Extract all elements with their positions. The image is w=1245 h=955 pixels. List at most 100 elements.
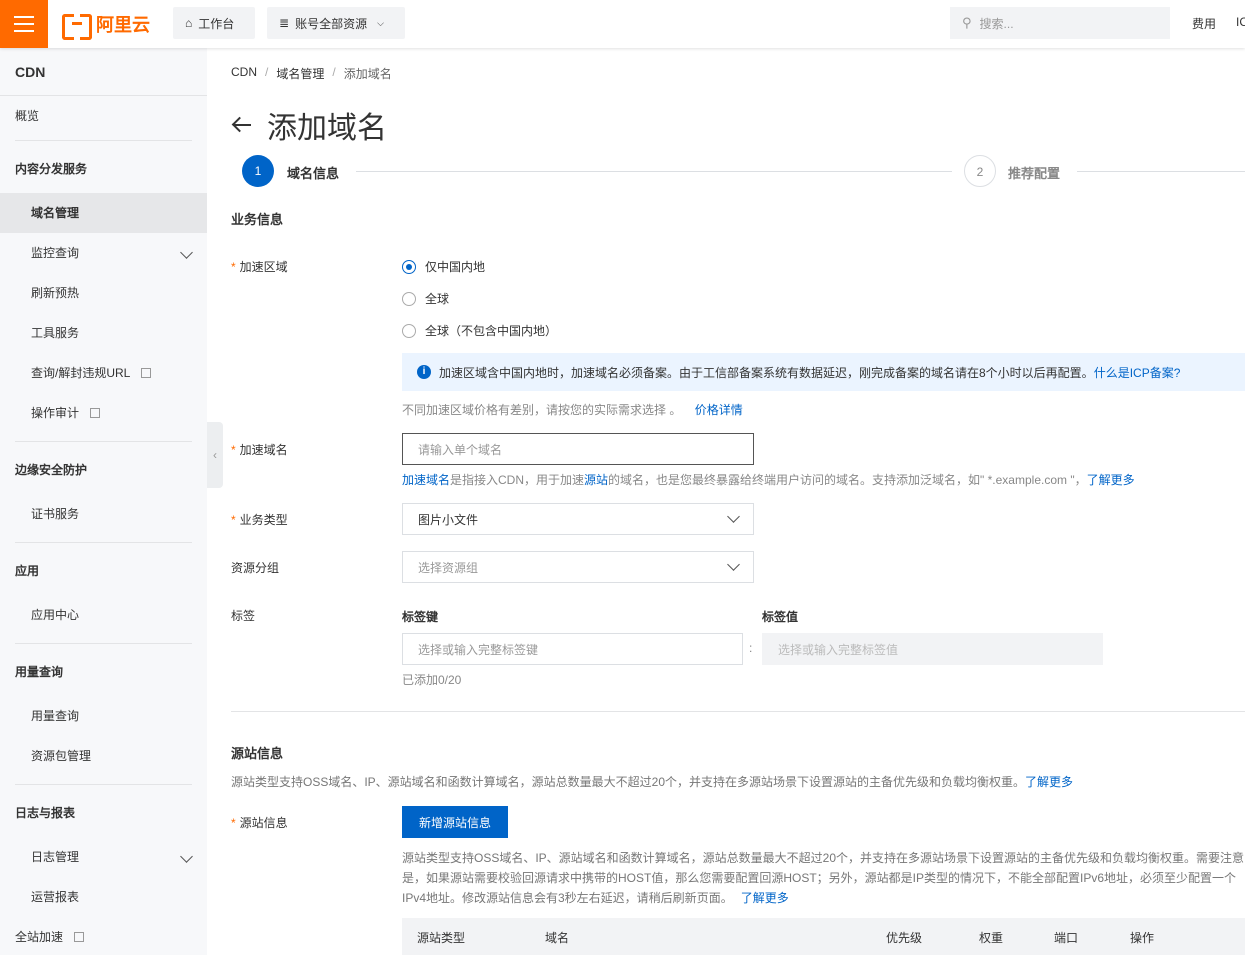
chevron-down-icon [180, 837, 193, 877]
sidebar-item-full-accel-label: 全站加速 [15, 930, 64, 944]
domain-hint-text: 是指接入CDN，用于加速 [450, 473, 585, 487]
price-detail-link[interactable]: 价格详情 [695, 403, 743, 417]
column-header-origin-type: 源站类型 [417, 931, 466, 945]
domain-hint-link-domain[interactable]: 加速域名 [402, 473, 450, 487]
biz-type-value: 图片小文件 [418, 512, 479, 527]
region-label: * 加速区域 [231, 258, 288, 275]
tag-key-input[interactable]: 选择或输入完整标签键 [402, 633, 743, 665]
search-placeholder: 搜索... [979, 16, 1014, 31]
radio-checked-icon [402, 259, 416, 274]
column-header-port: 端口 [1054, 931, 1079, 945]
steps-indicator: 1 域名信息 2 推荐配置 [242, 155, 1245, 187]
region-option-global[interactable]: 全球 [402, 290, 449, 307]
sidebar-item-usage-query[interactable]: 用量查询 [0, 696, 207, 736]
sidebar-divider [15, 542, 192, 543]
origin-desc-learn-more-link[interactable]: 了解更多 [741, 891, 789, 905]
biz-type-select[interactable]: 图片小文件 [402, 503, 754, 535]
domain-hint-text: 的域名，也是您最终暴露给终端用户访问的域名。支持添加泛域名，如" *.examp… [608, 473, 1087, 487]
required-mark: * [231, 816, 236, 830]
resource-group-select[interactable]: 选择资源组 [402, 551, 754, 583]
icp-notice-text: 加速区域含中国内地时，加速域名必须备案。由于工信部备案系统有数据延迟，刚完成备案… [439, 365, 1094, 380]
sidebar-item-url-block[interactable]: 查询/解封违规URL [0, 353, 207, 393]
region-option-label: 仅中国内地 [425, 260, 486, 274]
origin-desc-line-3: IPv4地址。修改源站信息会有3秒左右延迟，请稍后刷新页面。 了解更多 [402, 888, 1245, 908]
radio-unchecked-icon [402, 291, 416, 306]
domain-input-placeholder: 请输入单个域名 [418, 442, 503, 457]
column-header-actions: 操作 [1130, 931, 1155, 945]
menu-icon[interactable] [0, 0, 48, 48]
domain-label-text: 加速域名 [239, 443, 288, 457]
column-header-weight: 权重 [979, 931, 1004, 945]
origin-section-title: 源站信息 [231, 746, 284, 761]
sidebar-item-monitor[interactable]: 监控查询 [0, 233, 207, 273]
stack-icon: ≣ [279, 16, 290, 30]
info-icon: i [417, 365, 431, 379]
chevron-left-icon: ‹ [213, 448, 217, 462]
radio-unchecked-icon [402, 323, 416, 338]
price-hint-text: 不同加速区域价格有差别，请按您的实际需求选择 。 [402, 403, 682, 417]
domain-hint-link-origin[interactable]: 源站 [584, 473, 608, 487]
main-content: CDN / 域名管理 / 添加域名 添加域名 1 域名信息 2 推荐配置 业务信… [231, 48, 1245, 955]
external-link-icon [74, 932, 85, 942]
domain-learn-more-link[interactable]: 了解更多 [1087, 473, 1135, 487]
sidebar-item-app-center[interactable]: 应用中心 [0, 595, 207, 635]
step-connector [1077, 171, 1245, 172]
workbench-button[interactable]: ⌂ 工作台 [173, 7, 255, 39]
sidebar-collapse-handle[interactable]: ‹ [207, 422, 223, 488]
sidebar-item-audit[interactable]: 操作审计 [0, 393, 207, 433]
sidebar-item-cert[interactable]: 证书服务 [0, 494, 207, 534]
sidebar-group-apps: 应用 [15, 564, 40, 578]
biz-type-label: * 业务类型 [231, 511, 288, 528]
sidebar-item-overview[interactable]: 概览 [0, 96, 207, 136]
sidebar-item-package-mgmt[interactable]: 资源包管理 [0, 736, 207, 776]
page-title-row: 添加域名 [231, 103, 387, 147]
origin-learn-more-link[interactable]: 了解更多 [1025, 775, 1073, 789]
sidebar-item-ops-report[interactable]: 运营报表 [0, 877, 207, 917]
tag-key-label: 标签键 [402, 610, 439, 624]
sidebar-item-monitor-label: 监控查询 [31, 246, 80, 260]
search-input[interactable]: ⚲ 搜索... [950, 7, 1170, 39]
sidebar-item-tools[interactable]: 工具服务 [0, 313, 207, 353]
breadcrumb: CDN / 域名管理 / 添加域名 [231, 65, 392, 82]
price-hint: 不同加速区域价格有差别，请按您的实际需求选择 。 价格详情 [402, 401, 743, 418]
sidebar-divider [15, 643, 192, 644]
workbench-label: 工作台 [198, 16, 235, 31]
origin-desc-line: IPv4地址。修改源站信息会有3秒左右延迟，请稍后刷新页面。 [402, 891, 733, 905]
resource-scope-label: 账号全部资源 [295, 16, 368, 31]
sidebar-title: CDN [0, 48, 207, 96]
add-origin-button[interactable]: 新增源站信息 [402, 806, 508, 838]
origin-desc-line: 源站类型支持OSS域名、IP、源站域名和函数计算域名，源站总数量最大不超过20个… [402, 851, 1245, 865]
origin-label-text: 源站信息 [239, 816, 288, 830]
breadcrumb-domain-mgmt[interactable]: 域名管理 [276, 65, 324, 82]
step-2-circle: 2 [964, 155, 996, 187]
external-link-icon [141, 368, 152, 378]
tag-colon: : [749, 641, 753, 655]
tag-value-input[interactable]: 选择或输入完整标签值 [762, 633, 1103, 665]
fees-link[interactable]: 费用 [1192, 15, 1216, 32]
region-option-global-excl[interactable]: 全球（不包含中国内地） [402, 322, 557, 339]
sidebar-item-log-mgmt[interactable]: 日志管理 [0, 837, 207, 877]
business-section-title: 业务信息 [231, 212, 284, 227]
breadcrumb-separator: / [265, 65, 269, 79]
resource-scope-dropdown[interactable]: ≣ 账号全部资源 ⌵ [267, 7, 405, 39]
column-header-priority: 优先级 [886, 931, 923, 945]
sidebar-item-refresh[interactable]: 刷新预热 [0, 273, 207, 313]
breadcrumb-cdn[interactable]: CDN [231, 65, 257, 82]
icp-help-link[interactable]: 什么是ICP备案? [1094, 364, 1181, 381]
icp-link[interactable]: IC [1236, 15, 1245, 29]
domain-input[interactable]: 请输入单个域名 [402, 433, 754, 465]
tag-label: 标签 [231, 609, 256, 623]
breadcrumb-current: 添加域名 [343, 67, 392, 81]
region-option-mainland[interactable]: 仅中国内地 [402, 258, 485, 275]
logo-text: 阿里云 [96, 15, 150, 35]
domain-hint: 加速域名是指接入CDN，用于加速源站的域名，也是您最终暴露给终端用户访问的域名。… [402, 471, 1135, 488]
step-1-circle: 1 [242, 155, 274, 187]
aliyun-logo-icon [62, 14, 92, 40]
aliyun-logo[interactable]: 阿里云 [62, 12, 150, 40]
sidebar-item-domain-mgmt[interactable]: 域名管理 [0, 193, 207, 233]
back-arrow-icon[interactable] [231, 114, 253, 136]
sidebar-item-full-accel[interactable]: 全站加速 [0, 917, 207, 955]
tag-count: 已添加0/20 [402, 673, 462, 687]
tag-value-placeholder: 选择或输入完整标签值 [778, 642, 899, 657]
tag-value-label: 标签值 [762, 610, 799, 624]
